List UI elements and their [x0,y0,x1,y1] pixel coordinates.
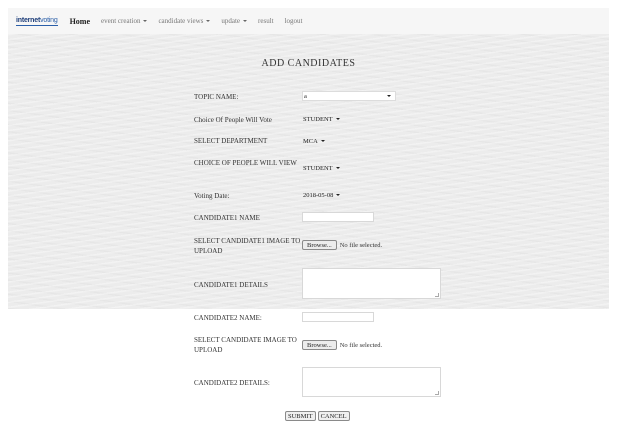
candidate2-image-file-input: Browse... No file selected. [302,340,382,350]
candidate1-image-label: SELECT CANDIDATE1 IMAGE TO UPLOAD [194,237,301,255]
nav-event-creation-label: event creation [101,17,141,25]
nav-candidate-views[interactable]: candidate views [158,17,211,25]
nav-update[interactable]: update [221,17,248,25]
choice-view-select[interactable]: STUDENT [302,163,340,173]
topic-name-label: TOPIC NAME: [194,93,239,101]
voting-date-label: Voting Date: [194,192,230,200]
caret-down-icon [335,167,340,169]
brand-part-2: voting [40,17,58,24]
candidate2-name-input[interactable] [302,312,374,322]
nav-update-label: update [221,17,241,25]
choice-vote-value: STUDENT [303,115,333,123]
page-title: ADD CANDIDATES [261,58,356,69]
submit-button[interactable]: SUBMIT [285,411,316,421]
voting-date-value: 2018-05-08 [303,191,334,199]
form-actions: SUBMIT CANCEL [285,411,350,421]
caret-down-icon [336,194,341,196]
candidate1-details-label: CANDIDATE1 DETAILS [194,281,268,289]
caret-down-icon [335,118,340,120]
candidate1-image-file-input: Browse... No file selected. [302,240,382,250]
caret-down-icon [143,20,148,22]
candidate1-details-textarea[interactable] [302,268,441,299]
candidate2-image-label: SELECT CANDIDATE IMAGE TO UPLOAD [194,336,297,354]
candidate1-no-file-text: No file selected. [339,241,383,249]
candidate2-details-label: CANDIDATE2 DETAILS: [194,379,270,387]
topic-name-value: a [304,92,307,100]
caret-down-icon [387,95,391,97]
caret-down-icon [243,20,248,22]
brand-part-1: internet [16,17,41,24]
choice-view-value: STUDENT [303,164,333,172]
top-navbar: internetvoting Home event creation candi… [8,8,609,35]
cancel-button[interactable]: CANCEL [317,411,350,421]
candidate2-name-label: CANDIDATE2 NAME: [194,314,262,322]
topic-name-select[interactable]: a [302,91,396,101]
candidate1-name-input[interactable] [302,212,374,222]
nav-candidate-views-label: candidate views [158,17,204,25]
brand-logo[interactable]: internetvoting [16,16,58,26]
candidate2-details-textarea[interactable] [302,367,441,397]
nav-event-creation[interactable]: event creation [101,17,148,25]
caret-down-icon [206,20,211,22]
caret-down-icon [320,140,325,142]
department-label: SELECT DEPARTMENT [194,137,268,145]
voting-date-select[interactable]: 2018-05-08 [302,190,341,200]
department-value: MCA [303,137,318,145]
nav-logout[interactable]: logout [285,17,303,25]
nav-result[interactable]: result [258,17,274,25]
department-select[interactable]: MCA [302,136,325,146]
candidate1-browse-button[interactable]: Browse... [302,240,337,250]
candidate2-no-file-text: No file selected. [339,341,383,349]
choice-vote-label: Choice Of People Will Vote [194,116,272,124]
candidate2-browse-button[interactable]: Browse... [302,340,337,350]
nav-home-link[interactable]: Home [70,17,90,26]
candidate1-name-label: CANDIDATE1 NAME [194,214,260,222]
choice-vote-select[interactable]: STUDENT [302,114,340,124]
choice-view-label: CHOICE OF PEOPLE WILL VIEW [194,159,297,167]
